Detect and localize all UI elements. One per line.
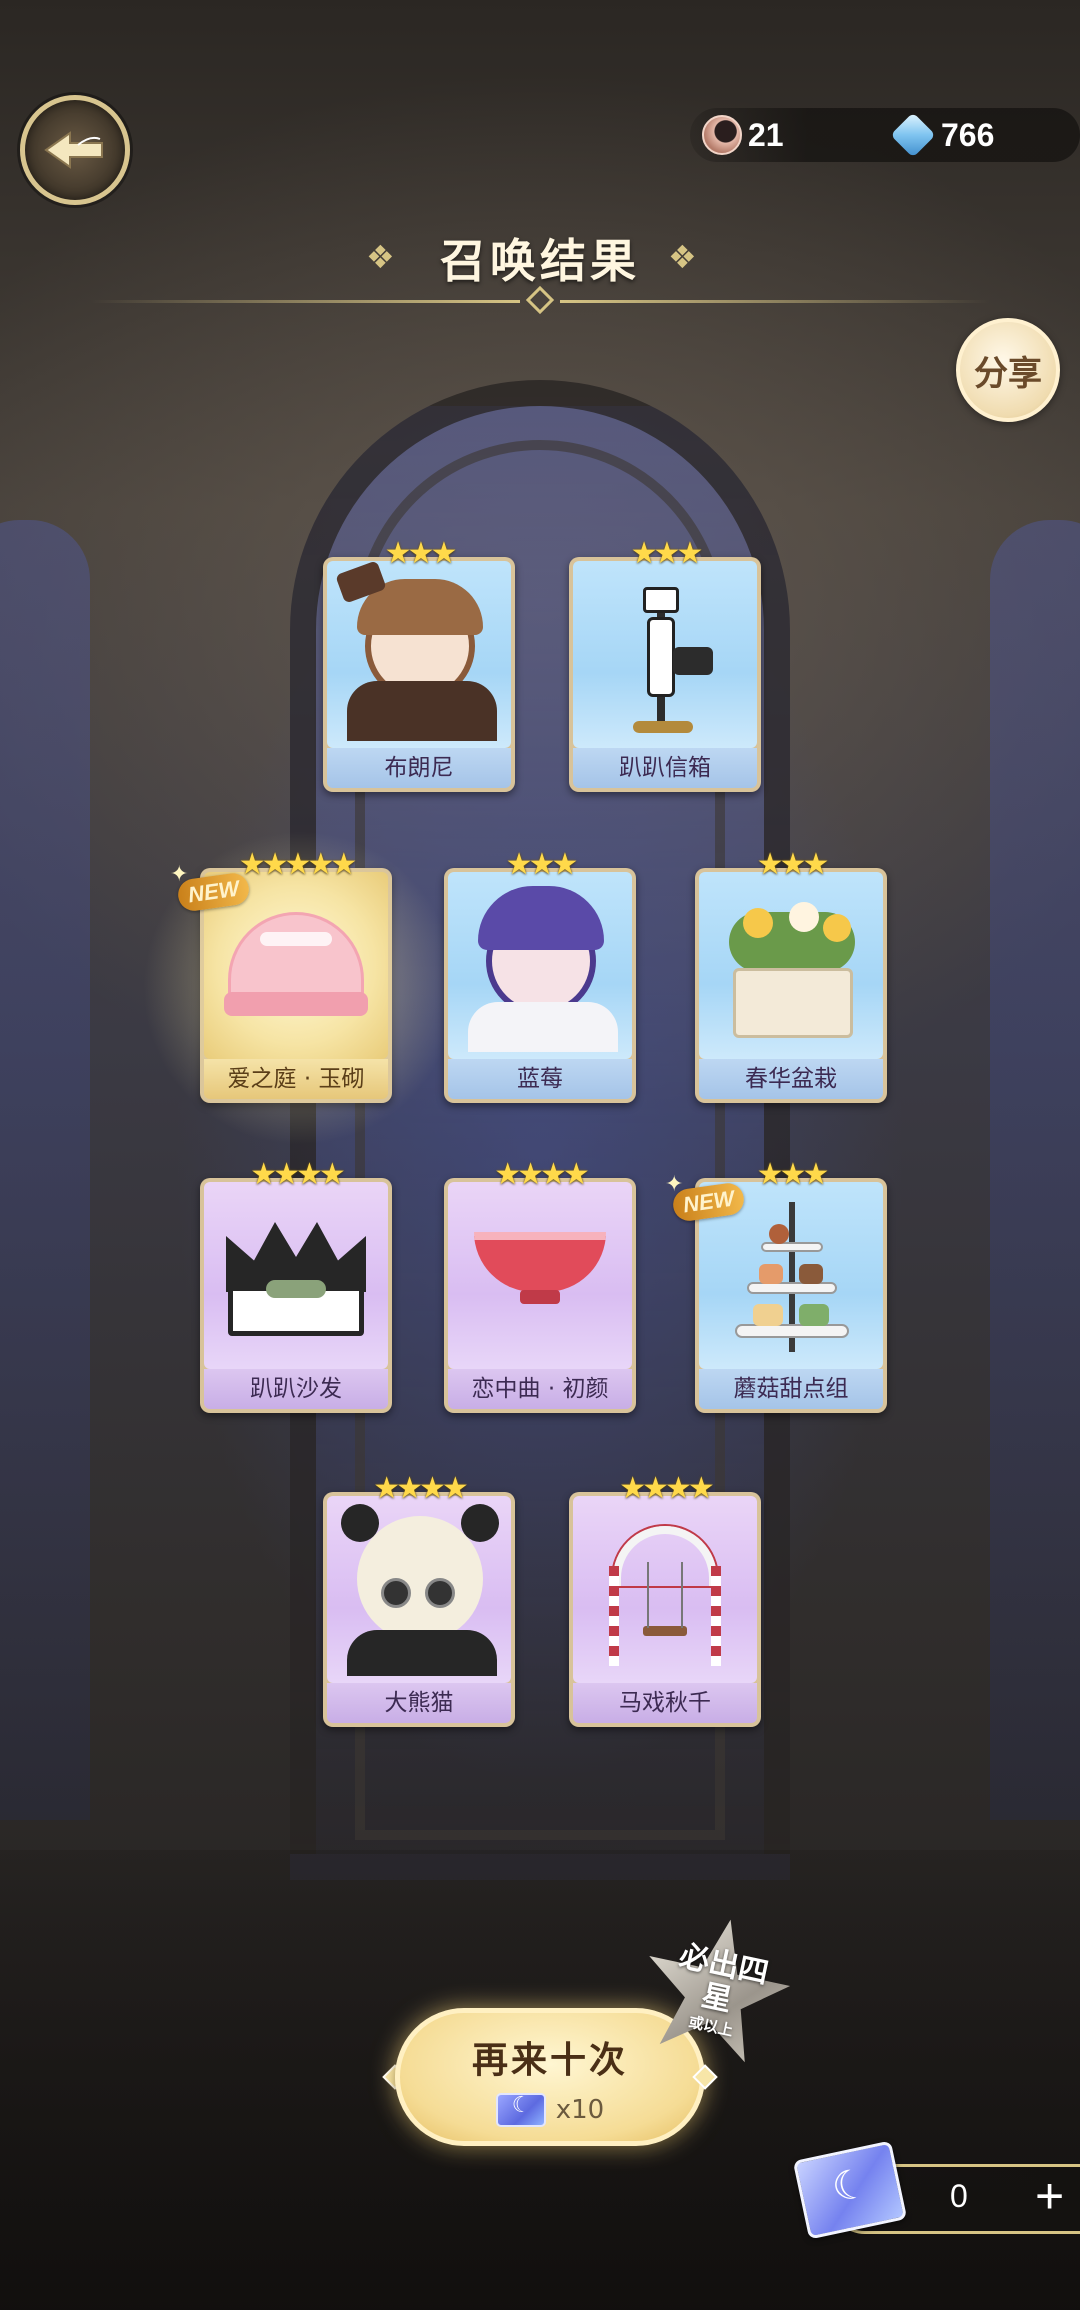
result-card[interactable]: ★★★ 趴趴信箱 [569, 537, 761, 792]
crystal-gem-icon [890, 112, 936, 158]
result-name: 恋中曲 · 初颜 [448, 1369, 632, 1409]
title-leaf-right-icon: ❖ [668, 238, 697, 276]
result-card[interactable]: ★★★ 春华盆栽 [695, 848, 887, 1103]
result-name: 蓝莓 [448, 1059, 632, 1099]
mailbox-icon [573, 561, 757, 748]
gem-currency[interactable]: 766 [890, 110, 995, 160]
right-window-decoration [990, 520, 1080, 1820]
result-card[interactable]: ★★★ 蓝莓 [444, 848, 636, 1103]
brownie-character-icon [327, 561, 511, 748]
pink-bowl-icon [448, 1182, 632, 1369]
summon-ten-again-button[interactable]: 再来十次 x10 [395, 2008, 705, 2146]
rarity-stars: ★★★★ [619, 1471, 715, 1506]
result-name: 春华盆栽 [699, 1059, 883, 1099]
rarity-stars: ★★★ [505, 847, 579, 882]
title-divider-right [560, 300, 990, 303]
rarity-stars: ★★★★ [494, 1157, 590, 1192]
result-card[interactable]: ★★★★ 趴趴沙发 [200, 1158, 392, 1413]
flower-planter-icon [699, 872, 883, 1059]
summon-cost-value: x10 [555, 2095, 605, 2125]
ticket-count: 0 [950, 2178, 968, 2214]
blueberry-character-icon [448, 872, 632, 1059]
back-arrow-icon [44, 131, 103, 169]
result-card[interactable]: ★★★ 布朗尼 [323, 537, 515, 792]
rarity-stars: ★★★★ [373, 1471, 469, 1506]
result-name: 爱之庭 · 玉砌 [204, 1059, 388, 1099]
moon-currency[interactable]: 21 [702, 110, 784, 160]
result-card[interactable]: ★★★ ✦ NEW 蘑菇甜点组 [665, 1158, 887, 1413]
result-card[interactable]: ★★★★ 马戏秋千 [569, 1472, 761, 1727]
left-window-decoration [0, 520, 90, 1820]
share-button[interactable]: 分享 [956, 318, 1060, 422]
moon-coin-icon [702, 115, 742, 155]
summon-ticket-icon [495, 2093, 546, 2127]
title-divider-left [90, 300, 520, 303]
result-name: 趴趴信箱 [573, 748, 757, 788]
result-card[interactable]: ★★★★★ ✦ NEW 爱之庭 · 玉砌 [140, 808, 460, 1168]
summon-cost: x10 [400, 2093, 700, 2127]
panda-character-icon [327, 1496, 511, 1683]
page-title: 召唤结果 [440, 234, 640, 288]
moon-currency-value: 21 [748, 116, 784, 153]
circus-swing-icon [573, 1496, 757, 1683]
result-card[interactable]: ★★★★ 大熊猫 [323, 1472, 515, 1727]
gem-currency-value: 766 [941, 116, 995, 153]
rarity-stars: ★★★ [384, 536, 458, 571]
result-name: 马戏秋千 [573, 1683, 757, 1723]
result-name: 布朗尼 [327, 748, 511, 788]
result-card[interactable]: ★★★★ 恋中曲 · 初颜 [444, 1158, 636, 1413]
add-ticket-button[interactable]: + [1035, 2166, 1064, 2226]
result-name: 趴趴沙发 [204, 1369, 388, 1409]
rarity-stars: ★★★★ [250, 1157, 346, 1192]
rarity-stars: ★★★ [756, 847, 830, 882]
back-button[interactable] [20, 95, 130, 205]
result-name: 大熊猫 [327, 1683, 511, 1723]
summon-again-label: 再来十次 [471, 2040, 628, 2081]
crown-sofa-icon [204, 1182, 388, 1369]
rarity-stars: ★★★ [630, 536, 704, 571]
result-name: 蘑菇甜点组 [699, 1369, 883, 1409]
